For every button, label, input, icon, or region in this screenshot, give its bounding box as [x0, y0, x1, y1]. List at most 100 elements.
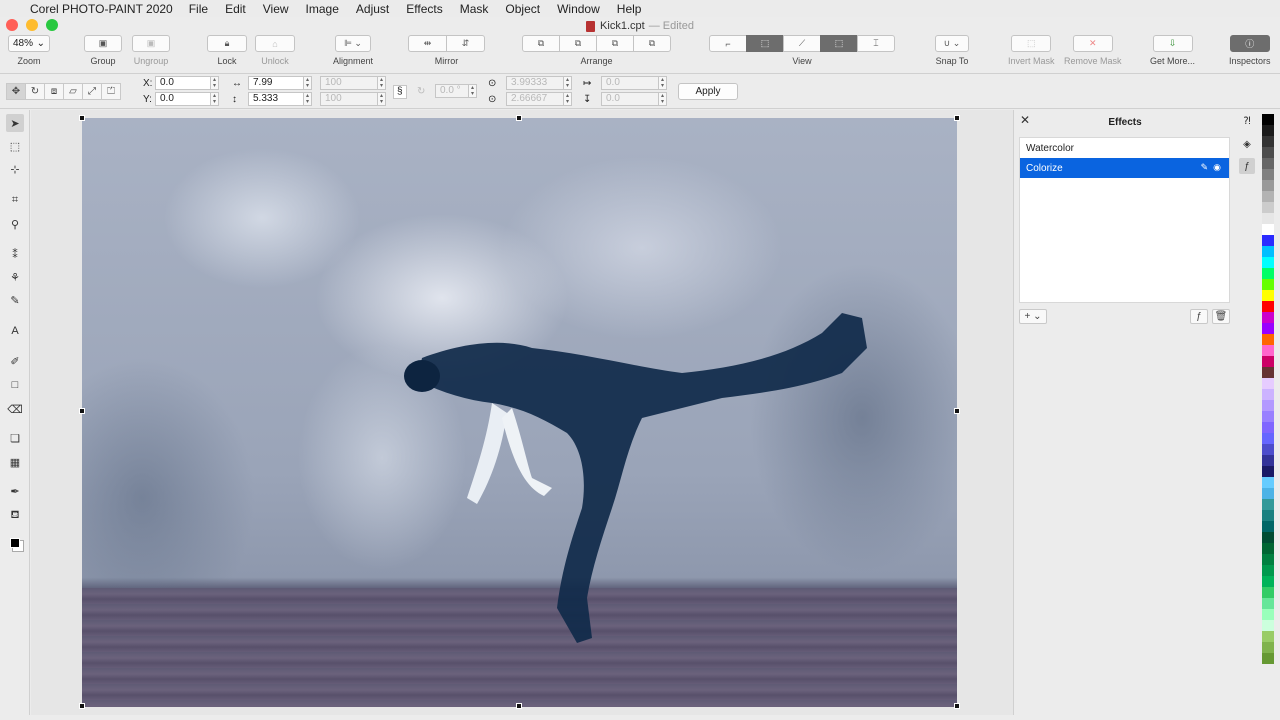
color-swatch[interactable] [1262, 631, 1274, 642]
view-object-button[interactable]: ⬚ [820, 35, 858, 52]
selection-handle-right[interactable] [954, 408, 960, 414]
scale-mode-button[interactable]: ⧈ [44, 83, 64, 100]
color-swatch[interactable] [1262, 411, 1274, 422]
color-swatch[interactable] [1262, 609, 1274, 620]
x-position-field[interactable]: 0.0 [155, 76, 211, 90]
to-front-button[interactable]: ⧉ [522, 35, 560, 52]
color-swatch[interactable] [1262, 598, 1274, 609]
selection-handle-top[interactable] [516, 115, 522, 121]
scale-width-field[interactable]: 100 [320, 76, 378, 90]
color-swatch[interactable] [1262, 180, 1274, 191]
crop-tool-icon[interactable]: ⌗ [6, 191, 24, 209]
mirror-vertical-button[interactable]: ⇵ [446, 35, 485, 52]
rotation-angle-field[interactable]: 0.0 ° [435, 84, 469, 98]
text-tool-icon[interactable]: A [6, 322, 24, 340]
width-spinner[interactable]: ▴ ▾ [304, 76, 312, 90]
color-swatch[interactable] [1262, 554, 1274, 565]
remove-mask-button[interactable]: ✕ [1072, 35, 1113, 52]
color-swatch[interactable] [1262, 136, 1274, 147]
color-swatch[interactable] [1262, 620, 1274, 631]
merge-effects-button[interactable]: ƒ [1190, 309, 1208, 324]
height-spinner[interactable]: ▴ ▾ [304, 92, 312, 106]
ungroup-button[interactable]: ▣ [132, 35, 170, 52]
center-y-field[interactable]: 2.66667 [506, 92, 564, 106]
color-swatch[interactable] [1262, 510, 1274, 521]
forward-one-button[interactable]: ⧉ [559, 35, 597, 52]
invert-mask-button[interactable]: ⬚ [1011, 35, 1052, 52]
view-marquee-button[interactable]: ⬚ [746, 35, 784, 52]
color-swatch[interactable] [1262, 323, 1274, 334]
rectangle-tool-icon[interactable]: □ [6, 376, 24, 394]
height-field[interactable]: 5.333 [248, 92, 304, 106]
scale-width-spinner[interactable]: ▴ ▾ [378, 76, 386, 90]
canvas-area[interactable] [31, 110, 1013, 715]
color-swatch[interactable] [1262, 587, 1274, 598]
mask-transform-tool-icon[interactable]: ⊹ [6, 160, 24, 178]
color-swatch[interactable] [1262, 290, 1274, 301]
eyedropper-tool-icon[interactable]: ✒ [6, 482, 24, 500]
hints-icon[interactable]: ⁈ [1239, 113, 1255, 129]
color-swatch[interactable] [1262, 279, 1274, 290]
center-x-field[interactable]: 3.99333 [506, 76, 564, 90]
menu-object[interactable]: Object [505, 2, 540, 16]
view-mask-button[interactable]: ⟋ [783, 35, 821, 52]
zoom-dropdown[interactable]: 48% ⌄ [8, 35, 50, 52]
proportional-lock-button[interactable]: § [393, 85, 407, 99]
menu-mask[interactable]: Mask [460, 2, 489, 16]
zoom-tool-icon[interactable]: ⚲ [6, 215, 24, 233]
selection-handle-tr[interactable] [954, 115, 960, 121]
color-swatch[interactable] [1262, 345, 1274, 356]
effect-item-colorize[interactable]: Colorize ✎ ◉ [1020, 158, 1229, 178]
view-rulers-button[interactable]: ⌐ [709, 35, 747, 52]
color-swatch[interactable] [1262, 455, 1274, 466]
clone-tool-icon[interactable]: ⚘ [6, 268, 24, 286]
mask-rectangle-tool-icon[interactable]: ⬚ [6, 137, 24, 155]
color-swatch[interactable] [1262, 642, 1274, 653]
apply-button[interactable]: Apply [678, 83, 738, 100]
color-swatches-icon[interactable] [6, 534, 24, 552]
color-swatch[interactable] [1262, 444, 1274, 455]
mirror-horizontal-button[interactable]: ⇹ [408, 35, 447, 52]
effect-tool-icon[interactable]: ❏ [6, 429, 24, 447]
color-swatch[interactable] [1262, 378, 1274, 389]
color-swatch[interactable] [1262, 356, 1274, 367]
x-spinner[interactable]: ▴ ▾ [211, 76, 219, 90]
color-swatch[interactable] [1262, 400, 1274, 411]
pick-tool-icon[interactable]: ➤ [6, 114, 24, 132]
color-swatch[interactable] [1262, 125, 1274, 136]
fill-tool-icon[interactable]: ⛾ [6, 507, 24, 525]
color-swatch[interactable] [1262, 334, 1274, 345]
color-swatch[interactable] [1262, 576, 1274, 587]
scale-height-field[interactable]: 100 [320, 92, 378, 106]
paint-tool-icon[interactable]: ✐ [6, 352, 24, 370]
color-swatch[interactable] [1262, 301, 1274, 312]
menu-help[interactable]: Help [617, 2, 642, 16]
color-swatch[interactable] [1262, 158, 1274, 169]
width-field[interactable]: 7.99 [248, 76, 304, 90]
menu-file[interactable]: File [189, 2, 208, 16]
scale-height-spinner[interactable]: ▴ ▾ [378, 92, 386, 106]
center-x-spinner[interactable]: ▴ ▾ [564, 76, 572, 90]
color-swatch[interactable] [1262, 477, 1274, 488]
color-swatch[interactable] [1262, 488, 1274, 499]
color-swatch[interactable] [1262, 422, 1274, 433]
menu-image[interactable]: Image [306, 2, 339, 16]
visibility-icon[interactable]: ◉ [1213, 162, 1221, 173]
color-swatch[interactable] [1262, 235, 1274, 246]
color-swatch[interactable] [1262, 565, 1274, 576]
color-swatch[interactable] [1262, 224, 1274, 235]
color-swatch[interactable] [1262, 653, 1274, 664]
color-swatch[interactable] [1262, 114, 1274, 125]
selection-handle-bottom[interactable] [516, 703, 522, 709]
eraser-tool-icon[interactable]: ⌫ [6, 400, 24, 418]
menu-app-name[interactable]: Corel PHOTO-PAINT 2020 [30, 2, 173, 16]
color-swatch[interactable] [1262, 543, 1274, 554]
to-back-button[interactable]: ⧉ [633, 35, 671, 52]
color-swatch[interactable] [1262, 268, 1274, 279]
menu-view[interactable]: View [263, 2, 289, 16]
alignment-dropdown[interactable]: ⊫ ⌄ [335, 35, 372, 52]
y-spinner[interactable]: ▴ ▾ [211, 92, 219, 106]
group-button[interactable]: ▣ [84, 35, 122, 52]
get-more-button[interactable]: ⇩ [1152, 35, 1193, 52]
color-swatch[interactable] [1262, 312, 1274, 323]
